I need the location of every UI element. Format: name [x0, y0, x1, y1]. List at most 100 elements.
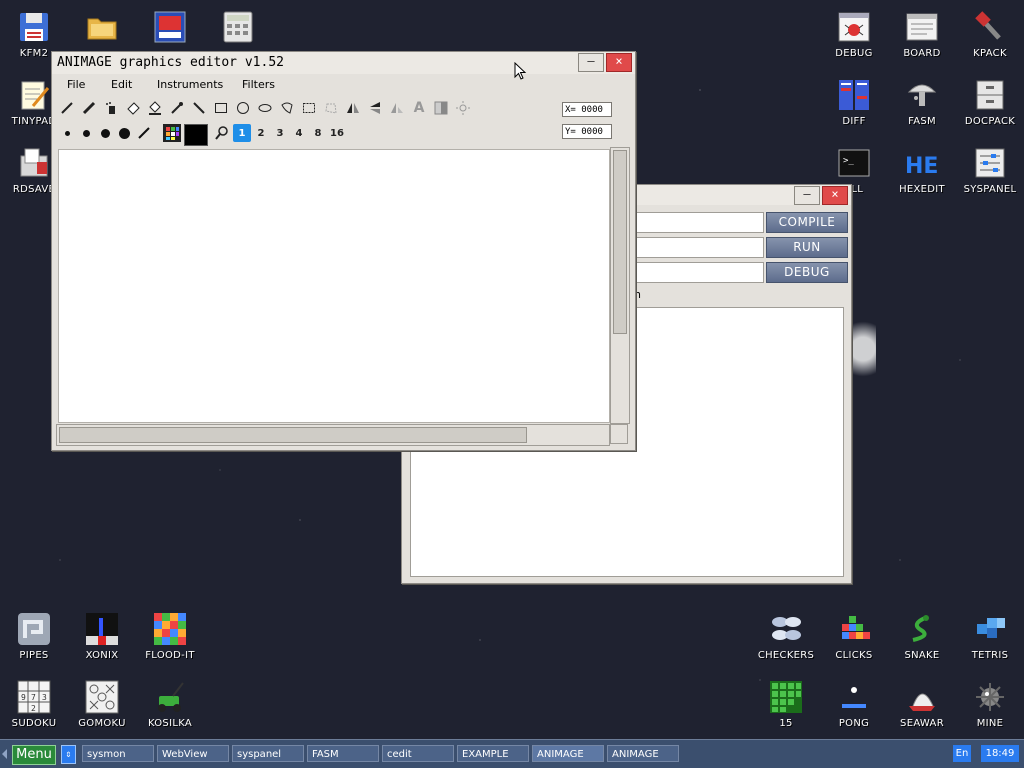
spray-icon[interactable] — [102, 99, 120, 117]
vertical-scrollbar[interactable] — [610, 147, 630, 424]
flip-horizontal-icon[interactable] — [344, 99, 362, 117]
brush-size-3-icon[interactable] — [96, 124, 114, 142]
animage-titlebar[interactable]: ANIMAGE graphics editor v1.52 — [52, 52, 635, 74]
task-webview[interactable]: WebView — [157, 745, 229, 762]
desktop-icon-picture[interactable] — [138, 2, 202, 48]
task-animage-1[interactable]: ANIMAGE — [532, 745, 604, 762]
desktop-icon-debug[interactable]: DEBUG — [822, 2, 886, 59]
desktop-icon-kosilka[interactable]: KOSILKA — [138, 672, 202, 729]
scrollbar-corner — [610, 424, 628, 444]
brush-size-4-icon[interactable] — [115, 124, 133, 142]
animage-window[interactable]: ANIMAGE graphics editor v1.52 – × File E… — [51, 51, 636, 451]
snake-icon — [905, 612, 939, 646]
brush-size-2-icon[interactable] — [77, 124, 95, 142]
rotate-icon[interactable] — [388, 99, 406, 117]
brush-icon[interactable] — [80, 99, 98, 117]
svg-text:>_: >_ — [843, 156, 854, 166]
close-button[interactable]: × — [606, 53, 632, 72]
desktop-icon-diff[interactable]: DIFF — [822, 70, 886, 127]
desktop-icon-docpack[interactable]: DOCPACK — [958, 70, 1022, 127]
circle-icon[interactable] — [234, 99, 252, 117]
text-icon[interactable]: A — [410, 99, 428, 117]
close-button[interactable]: × — [822, 186, 848, 205]
tetris-icon — [973, 612, 1007, 646]
task-animage-2[interactable]: ANIMAGE — [607, 745, 679, 762]
zoom-3-button[interactable]: 3 — [271, 124, 289, 142]
brush-slant-icon[interactable] — [135, 124, 153, 142]
menu-file[interactable]: File — [67, 78, 85, 91]
menu-edit[interactable]: Edit — [111, 78, 132, 91]
zoom-4-button[interactable]: 4 — [290, 124, 308, 142]
menu-filters[interactable]: Filters — [242, 78, 275, 91]
desktop-icon-clicks[interactable]: CLICKS — [822, 604, 886, 661]
compile-button[interactable]: COMPILE — [766, 212, 848, 233]
select-rect-icon[interactable] — [300, 99, 318, 117]
run-button[interactable]: RUN — [766, 237, 848, 258]
desktop-icon-sudoku[interactable]: 9732 SUDOKU — [2, 672, 66, 729]
path-field[interactable] — [634, 262, 764, 283]
desktop-icon-flood-it[interactable]: FLOOD-IT — [138, 604, 202, 661]
task-sysmon[interactable]: sysmon — [82, 745, 154, 762]
flip-vertical-icon[interactable] — [366, 99, 384, 117]
zoom-1-button[interactable]: 1 — [233, 124, 251, 142]
desktop-icon-fasm[interactable]: FASM — [890, 70, 954, 127]
desktop-icon-checkers[interactable]: CHECKERS — [754, 604, 818, 661]
eraser-icon[interactable] — [124, 99, 142, 117]
polygon-icon[interactable] — [278, 99, 296, 117]
desktop-icon-15[interactable]: 15 — [754, 672, 818, 729]
zoom-16-button[interactable]: 16 — [328, 124, 346, 142]
desktop-icon-pipes[interactable]: PIPES — [2, 604, 66, 661]
task-syspanel[interactable]: syspanel — [232, 745, 304, 762]
brightness-icon[interactable] — [454, 99, 472, 117]
desktop-icon-tetris[interactable]: TETRIS — [958, 604, 1022, 661]
gradient-icon[interactable] — [432, 99, 450, 117]
checkers-icon — [769, 612, 803, 646]
desktop-icon-label: FLOOD-IT — [145, 650, 195, 661]
desktop-icon-syspanel[interactable]: SYSPANEL — [958, 138, 1022, 195]
menu-instruments[interactable]: Instruments — [157, 78, 223, 91]
taskbar-left-arrow-icon[interactable] — [2, 749, 7, 759]
desktop-icon-label: DIFF — [842, 116, 866, 127]
debug-button[interactable]: DEBUG — [766, 262, 848, 283]
zoom-icon[interactable] — [213, 124, 231, 142]
lasso-icon[interactable] — [322, 99, 340, 117]
desktop-icon-mine[interactable]: MINE — [958, 672, 1022, 729]
desktop-icon-calculator[interactable] — [206, 2, 270, 48]
primary-color-swatch[interactable] — [184, 124, 208, 146]
desktop-icon-gomoku[interactable]: GOMOKU — [70, 672, 134, 729]
vertical-scroll-thumb[interactable] — [613, 150, 627, 334]
pencil-icon[interactable] — [58, 99, 76, 117]
task-example[interactable]: EXAMPLE — [457, 745, 529, 762]
output-file-field[interactable] — [634, 237, 764, 258]
clock[interactable]: 18:49 — [981, 745, 1019, 762]
brush-size-1-icon[interactable] — [58, 124, 76, 142]
taskbar-scroll-icon[interactable]: ⇕ — [61, 745, 76, 764]
debug-icon — [837, 10, 871, 44]
horizontal-scrollbar[interactable] — [56, 424, 610, 446]
pipette-icon[interactable] — [168, 99, 186, 117]
zoom-8-button[interactable]: 8 — [309, 124, 327, 142]
horizontal-scroll-thumb[interactable] — [59, 427, 527, 443]
menu-button[interactable]: Menu — [12, 745, 56, 765]
minimize-button[interactable]: – — [578, 53, 604, 72]
rectangle-icon[interactable] — [212, 99, 230, 117]
minimize-button[interactable]: – — [794, 186, 820, 205]
desktop-icon-folder[interactable] — [70, 2, 134, 48]
desktop-icon-hexedit[interactable]: HE HEXEDIT — [890, 138, 954, 195]
task-cedit[interactable]: cedit — [382, 745, 454, 762]
desktop-icon-snake[interactable]: SNAKE — [890, 604, 954, 661]
task-fasm[interactable]: FASM — [307, 745, 379, 762]
desktop-icon-seawar[interactable]: SEAWAR — [890, 672, 954, 729]
desktop-icon-xonix[interactable]: XONIX — [70, 604, 134, 661]
source-file-field[interactable] — [634, 212, 764, 233]
line-icon[interactable] — [190, 99, 208, 117]
desktop-icon-pong[interactable]: PONG — [822, 672, 886, 729]
palette-icon[interactable] — [163, 124, 181, 142]
desktop-icon-board[interactable]: BOARD — [890, 2, 954, 59]
language-indicator[interactable]: En — [953, 745, 971, 762]
fill-icon[interactable] — [146, 99, 164, 117]
drawing-canvas[interactable] — [58, 149, 610, 423]
desktop-icon-kpack[interactable]: KPACK — [958, 2, 1022, 59]
zoom-2-button[interactable]: 2 — [252, 124, 270, 142]
ellipse-icon[interactable] — [256, 99, 274, 117]
